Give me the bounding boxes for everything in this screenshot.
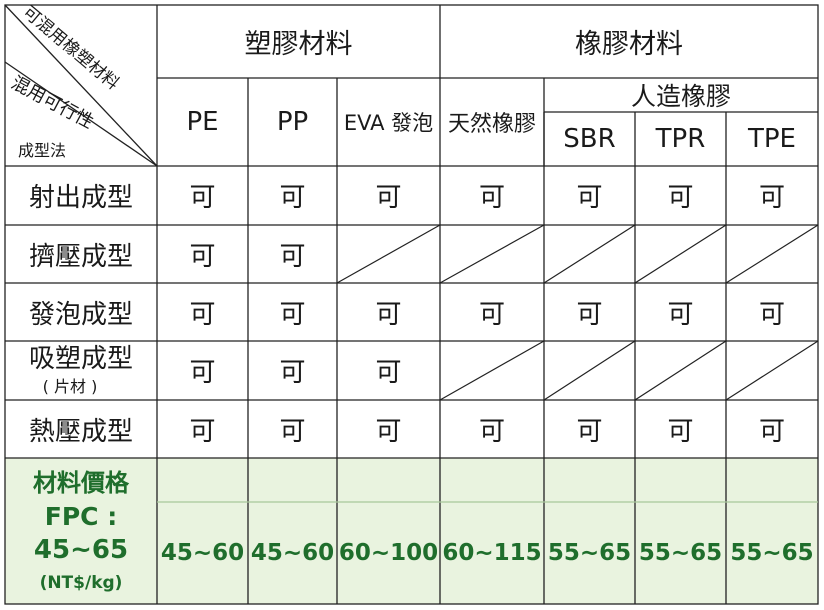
group-synthetic: 人造橡膠: [630, 82, 731, 111]
fpc-label: FPC :: [44, 501, 118, 531]
cell-r2-c3: 可: [478, 299, 505, 330]
price-tpe: 55~65: [730, 540, 814, 566]
cell-r0-c2: 可: [375, 183, 402, 213]
price-label: 材料價格: [33, 468, 129, 497]
cell-r0-c0: 可: [189, 183, 216, 213]
corner-bottom-label: 成型法: [18, 141, 67, 160]
cell-r4-c6: 可: [758, 416, 785, 447]
cell-r4-c1: 可: [279, 416, 306, 447]
price-sbr: 55~65: [547, 540, 632, 566]
price-natural-rubber: 60~115: [442, 540, 542, 566]
cell-r0-c3: 可: [478, 183, 505, 213]
cell-r2-c1: 可: [279, 299, 306, 330]
cell-r2-c0: 可: [189, 299, 216, 330]
group-rubber: 橡膠材料: [575, 29, 683, 60]
row-label-foaming: 發泡成型: [29, 299, 134, 330]
row-sublabel-sheet: ( 片材 ): [42, 377, 98, 396]
cell-r3-c1: 可: [279, 358, 306, 388]
cell-r1-c0: 可: [189, 241, 216, 272]
col-header-tpe: TPE: [748, 124, 796, 154]
row-label-injection: 射出成型: [29, 183, 134, 213]
cell-r4-c4: 可: [576, 416, 603, 447]
col-header-pp: PP: [276, 107, 309, 137]
cell-r3-c0: 可: [189, 358, 216, 388]
col-header-eva: EVA 發泡: [343, 111, 434, 135]
col-header-tpr: TPR: [655, 124, 706, 154]
cell-r3-c2: 可: [375, 358, 402, 388]
cell-r4-c3: 可: [478, 416, 505, 447]
cell-r2-c2: 可: [375, 299, 402, 330]
row-label-vacuum-forming: 吸塑成型: [29, 344, 134, 374]
price-unit: (NT$/kg): [39, 573, 123, 593]
price-eva: 60~100: [338, 540, 439, 566]
materials-compatibility-table: 可混用橡塑材料 混用可行性 成型法 塑膠材料 橡膠材料 人造橡膠 PE PP E…: [0, 0, 824, 610]
cell-r0-c5: 可: [667, 183, 694, 213]
row-label-hot-pressing: 熱壓成型: [29, 416, 134, 447]
cell-r4-c2: 可: [375, 416, 402, 447]
cell-r2-c6: 可: [758, 299, 785, 330]
col-header-sbr: SBR: [563, 124, 616, 154]
cell-r0-c4: 可: [576, 183, 603, 213]
cell-r2-c5: 可: [667, 299, 694, 330]
fpc-value: 45~65: [33, 535, 129, 565]
price-pp: 45~60: [250, 540, 335, 566]
cell-r4-c5: 可: [667, 416, 694, 447]
cell-r0-c1: 可: [279, 183, 306, 213]
group-plastic: 塑膠材料: [244, 29, 353, 60]
cell-r0-c6: 可: [758, 183, 785, 213]
col-header-pe: PE: [186, 107, 219, 137]
cell-r1-c1: 可: [279, 241, 306, 272]
price-tpr: 55~65: [638, 540, 723, 566]
cell-r2-c4: 可: [576, 299, 603, 330]
price-pe: 45~60: [160, 540, 245, 566]
row-label-extrusion: 擠壓成型: [29, 241, 134, 272]
cell-r4-c0: 可: [189, 416, 216, 447]
col-header-natural-rubber: 天然橡膠: [447, 112, 536, 137]
